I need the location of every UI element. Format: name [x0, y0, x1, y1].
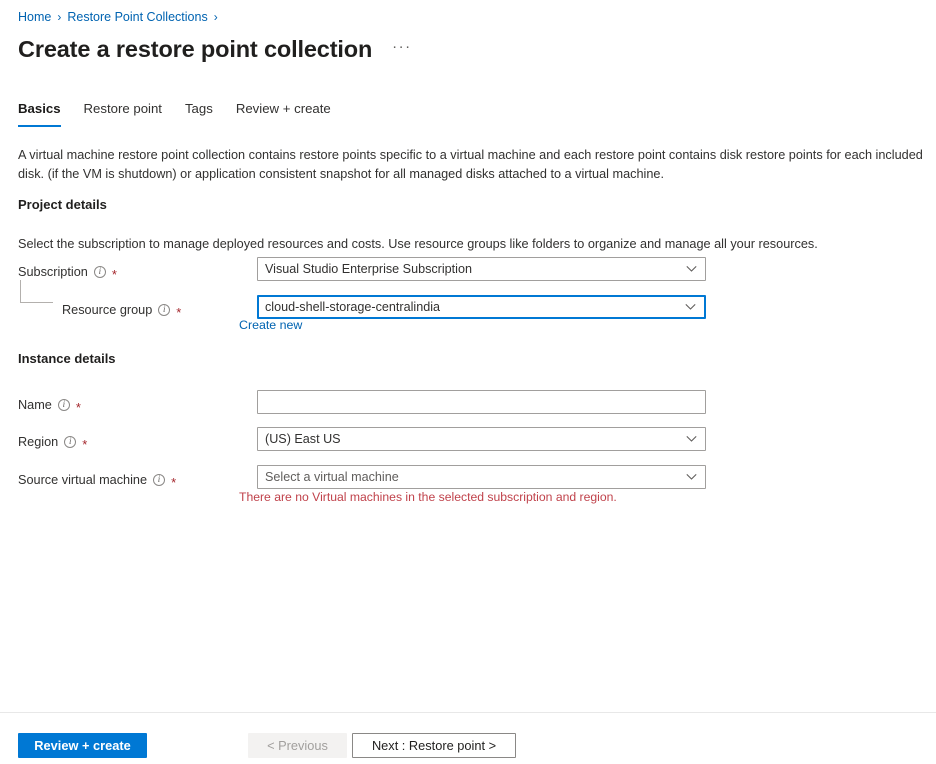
- resource-group-select[interactable]: cloud-shell-storage-centralindia: [257, 295, 706, 319]
- source-virtual-machine-select[interactable]: Select a virtual machine: [257, 465, 706, 489]
- name-input[interactable]: [257, 390, 706, 414]
- section-heading-project-details: Project details: [18, 197, 107, 212]
- required-asterisk: *: [76, 401, 81, 414]
- form-row-resource-group: Resource group i * cloud-shell-storage-c…: [18, 299, 918, 321]
- section-description-project-details: Select the subscription to manage deploy…: [18, 235, 818, 253]
- breadcrumb: Home › Restore Point Collections ›: [18, 9, 218, 25]
- tab-review-create[interactable]: Review + create: [236, 100, 348, 127]
- form-row-name: Name i *: [18, 394, 918, 416]
- source-virtual-machine-placeholder: Select a virtual machine: [265, 466, 399, 488]
- breadcrumb-item-home[interactable]: Home: [18, 9, 51, 25]
- required-asterisk: *: [171, 476, 176, 489]
- form-row-source-virtual-machine: Source virtual machine i * Select a virt…: [18, 469, 918, 491]
- page-header: Create a restore point collection ···: [18, 34, 414, 64]
- page-title: Create a restore point collection: [18, 34, 372, 64]
- info-icon[interactable]: i: [64, 436, 76, 448]
- source-virtual-machine-control: Select a virtual machine: [257, 465, 706, 489]
- subscription-control: Visual Studio Enterprise Subscription: [257, 257, 706, 281]
- resource-group-selected-value: cloud-shell-storage-centralindia: [265, 296, 440, 318]
- breadcrumb-separator-icon: ›: [214, 9, 218, 25]
- tab-restore-point[interactable]: Restore point: [84, 100, 179, 127]
- region-selected-value: (US) East US: [265, 428, 341, 450]
- source-virtual-machine-label: Source virtual machine: [18, 469, 147, 491]
- page-description: A virtual machine restore point collecti…: [18, 146, 934, 183]
- resource-group-label-group: Resource group i *: [62, 299, 181, 321]
- chevron-down-icon: [686, 436, 697, 443]
- breadcrumb-separator-icon: ›: [57, 9, 61, 25]
- form-row-subscription: Subscription i * Visual Studio Enterpris…: [18, 261, 918, 283]
- info-icon[interactable]: i: [158, 304, 170, 316]
- name-label: Name: [18, 394, 52, 416]
- wizard-footer: Review + create < Previous Next : Restor…: [0, 713, 936, 764]
- review-create-button[interactable]: Review + create: [18, 733, 147, 758]
- chevron-down-icon: [686, 266, 697, 273]
- required-asterisk: *: [112, 268, 117, 281]
- required-asterisk: *: [176, 306, 181, 319]
- region-select[interactable]: (US) East US: [257, 427, 706, 451]
- chevron-down-icon: [686, 474, 697, 481]
- region-label: Region: [18, 431, 58, 453]
- previous-button: < Previous: [248, 733, 347, 758]
- tab-tags[interactable]: Tags: [185, 100, 230, 127]
- subscription-selected-value: Visual Studio Enterprise Subscription: [265, 258, 472, 280]
- source-virtual-machine-error: There are no Virtual machines in the sel…: [239, 489, 617, 505]
- region-label-group: Region i *: [18, 431, 87, 453]
- create-new-resource-group-link[interactable]: Create new: [239, 318, 302, 332]
- source-virtual-machine-label-group: Source virtual machine i *: [18, 469, 176, 491]
- tab-basics[interactable]: Basics: [18, 100, 78, 127]
- section-heading-instance-details: Instance details: [18, 351, 116, 366]
- info-icon[interactable]: i: [58, 399, 70, 411]
- resource-group-control: cloud-shell-storage-centralindia: [257, 295, 706, 319]
- chevron-down-icon: [685, 304, 696, 311]
- info-icon[interactable]: i: [153, 474, 165, 486]
- name-control: [257, 390, 706, 414]
- info-icon[interactable]: i: [94, 266, 106, 278]
- wizard-tabs: Basics Restore point Tags Review + creat…: [18, 100, 354, 127]
- region-control: (US) East US: [257, 427, 706, 451]
- next-button[interactable]: Next : Restore point >: [352, 733, 516, 758]
- more-options-icon[interactable]: ···: [390, 38, 414, 61]
- resource-group-label: Resource group: [62, 299, 152, 321]
- name-label-group: Name i *: [18, 394, 81, 416]
- form-row-region: Region i * (US) East US: [18, 431, 918, 453]
- subscription-select[interactable]: Visual Studio Enterprise Subscription: [257, 257, 706, 281]
- required-asterisk: *: [82, 438, 87, 451]
- breadcrumb-item-restore-point-collections[interactable]: Restore Point Collections: [67, 9, 207, 25]
